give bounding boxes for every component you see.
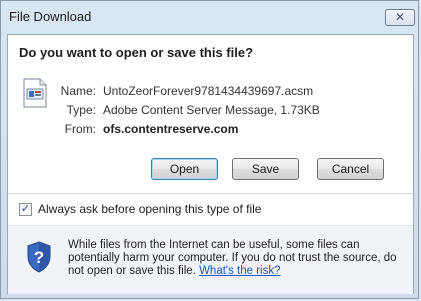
open-button[interactable]: Open	[151, 158, 218, 180]
file-source-value: ofs.contentreserve.com	[103, 122, 239, 136]
save-button[interactable]: Save	[232, 158, 299, 180]
warning-message: While files from the Internet can be use…	[68, 239, 406, 278]
window-title: File Download	[9, 9, 92, 24]
whats-the-risk-link[interactable]: What's the risk?	[199, 265, 280, 277]
close-button[interactable]: ✕	[385, 9, 415, 26]
file-name-value: UntoZeorForever9781434439697.acsm	[103, 84, 314, 98]
security-warning-panel: ? While files from the Internet can be u…	[8, 225, 413, 294]
title-bar: File Download ✕	[1, 1, 418, 35]
name-label: Name:	[60, 84, 96, 98]
dialog-body: Do you want to open or save this file? N…	[7, 34, 414, 294]
divider	[8, 193, 413, 194]
svg-text:?: ?	[34, 248, 44, 267]
from-label: From:	[64, 122, 96, 136]
always-ask-checkbox[interactable]: ✓	[19, 203, 32, 216]
dialog-question: Do you want to open or save this file?	[19, 45, 254, 60]
file-download-dialog: File Download ✕ Do you want to open or s…	[0, 0, 419, 299]
cancel-button[interactable]: Cancel	[317, 158, 384, 180]
type-label: Type:	[66, 103, 96, 117]
file-type-value: Adobe Content Server Message, 1.73KB	[103, 103, 320, 117]
shield-question-icon: ?	[27, 241, 51, 273]
always-ask-label[interactable]: Always ask before opening this type of f…	[38, 202, 261, 216]
